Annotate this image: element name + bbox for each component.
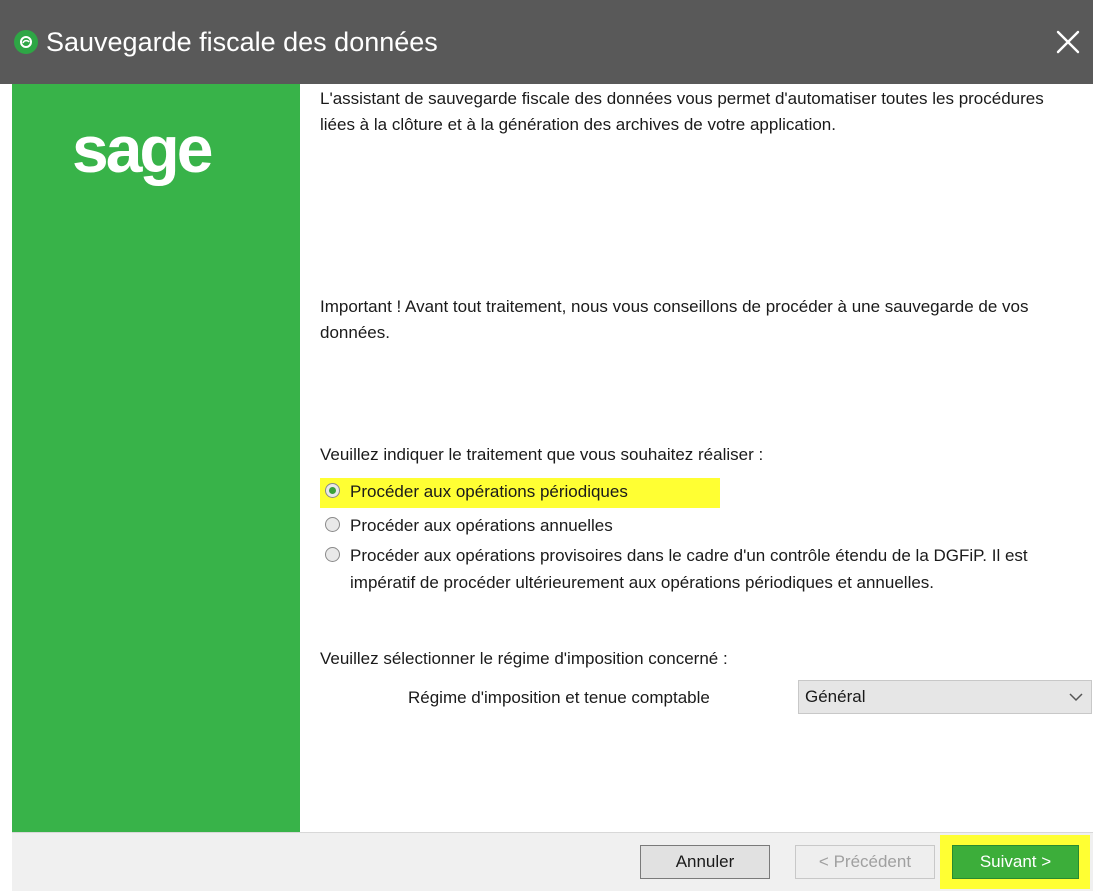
close-button[interactable] [1043,20,1093,64]
previous-button[interactable]: < Précédent [795,845,935,879]
option-provisional-label: Procéder aux opérations provisoires dans… [350,546,1028,592]
cancel-button[interactable]: Annuler [640,845,770,879]
regime-field-label: Régime d'imposition et tenue comptable [408,688,710,707]
chevron-down-icon [1069,693,1083,702]
window-title: Sauvegarde fiscale des données [46,27,438,57]
radio-provisional[interactable] [325,547,340,562]
next-button[interactable]: Suivant > [952,845,1079,879]
sage-logo: sage [72,112,213,186]
important-text: Important ! Avant tout traitement, nous … [320,297,1029,342]
option-periodic-label: Procéder aux opérations périodiques [350,482,628,501]
option-annual[interactable]: Procéder aux opérations annuelles [320,512,1085,539]
option-periodic[interactable]: Procéder aux opérations périodiques [320,478,720,508]
radio-periodic[interactable] [325,483,340,498]
treatment-question: Veuillez indiquer le traitement que vous… [320,445,764,464]
wizard-window: Sauvegarde fiscale des données sage L'as… [0,0,1093,891]
regime-question: Veuillez sélectionner le régime d'imposi… [320,649,728,668]
intro-text: L'assistant de sauvegarde fiscale des do… [320,89,1044,134]
footer-bar: Annuler < Précédent Suivant > [12,832,1093,891]
title-bar: Sauvegarde fiscale des données [0,0,1093,84]
option-provisional[interactable]: Procéder aux opérations provisoires dans… [320,542,1085,596]
regime-select[interactable]: Général [798,680,1092,714]
sidebar-panel: sage [12,84,300,832]
option-annual-label: Procéder aux opérations annuelles [350,516,613,535]
sage-app-icon [14,30,38,54]
radio-annual[interactable] [325,517,340,532]
wizard-content: L'assistant de sauvegarde fiscale des do… [320,84,1092,832]
regime-selected-value: Général [805,687,866,706]
close-icon [1056,30,1080,54]
